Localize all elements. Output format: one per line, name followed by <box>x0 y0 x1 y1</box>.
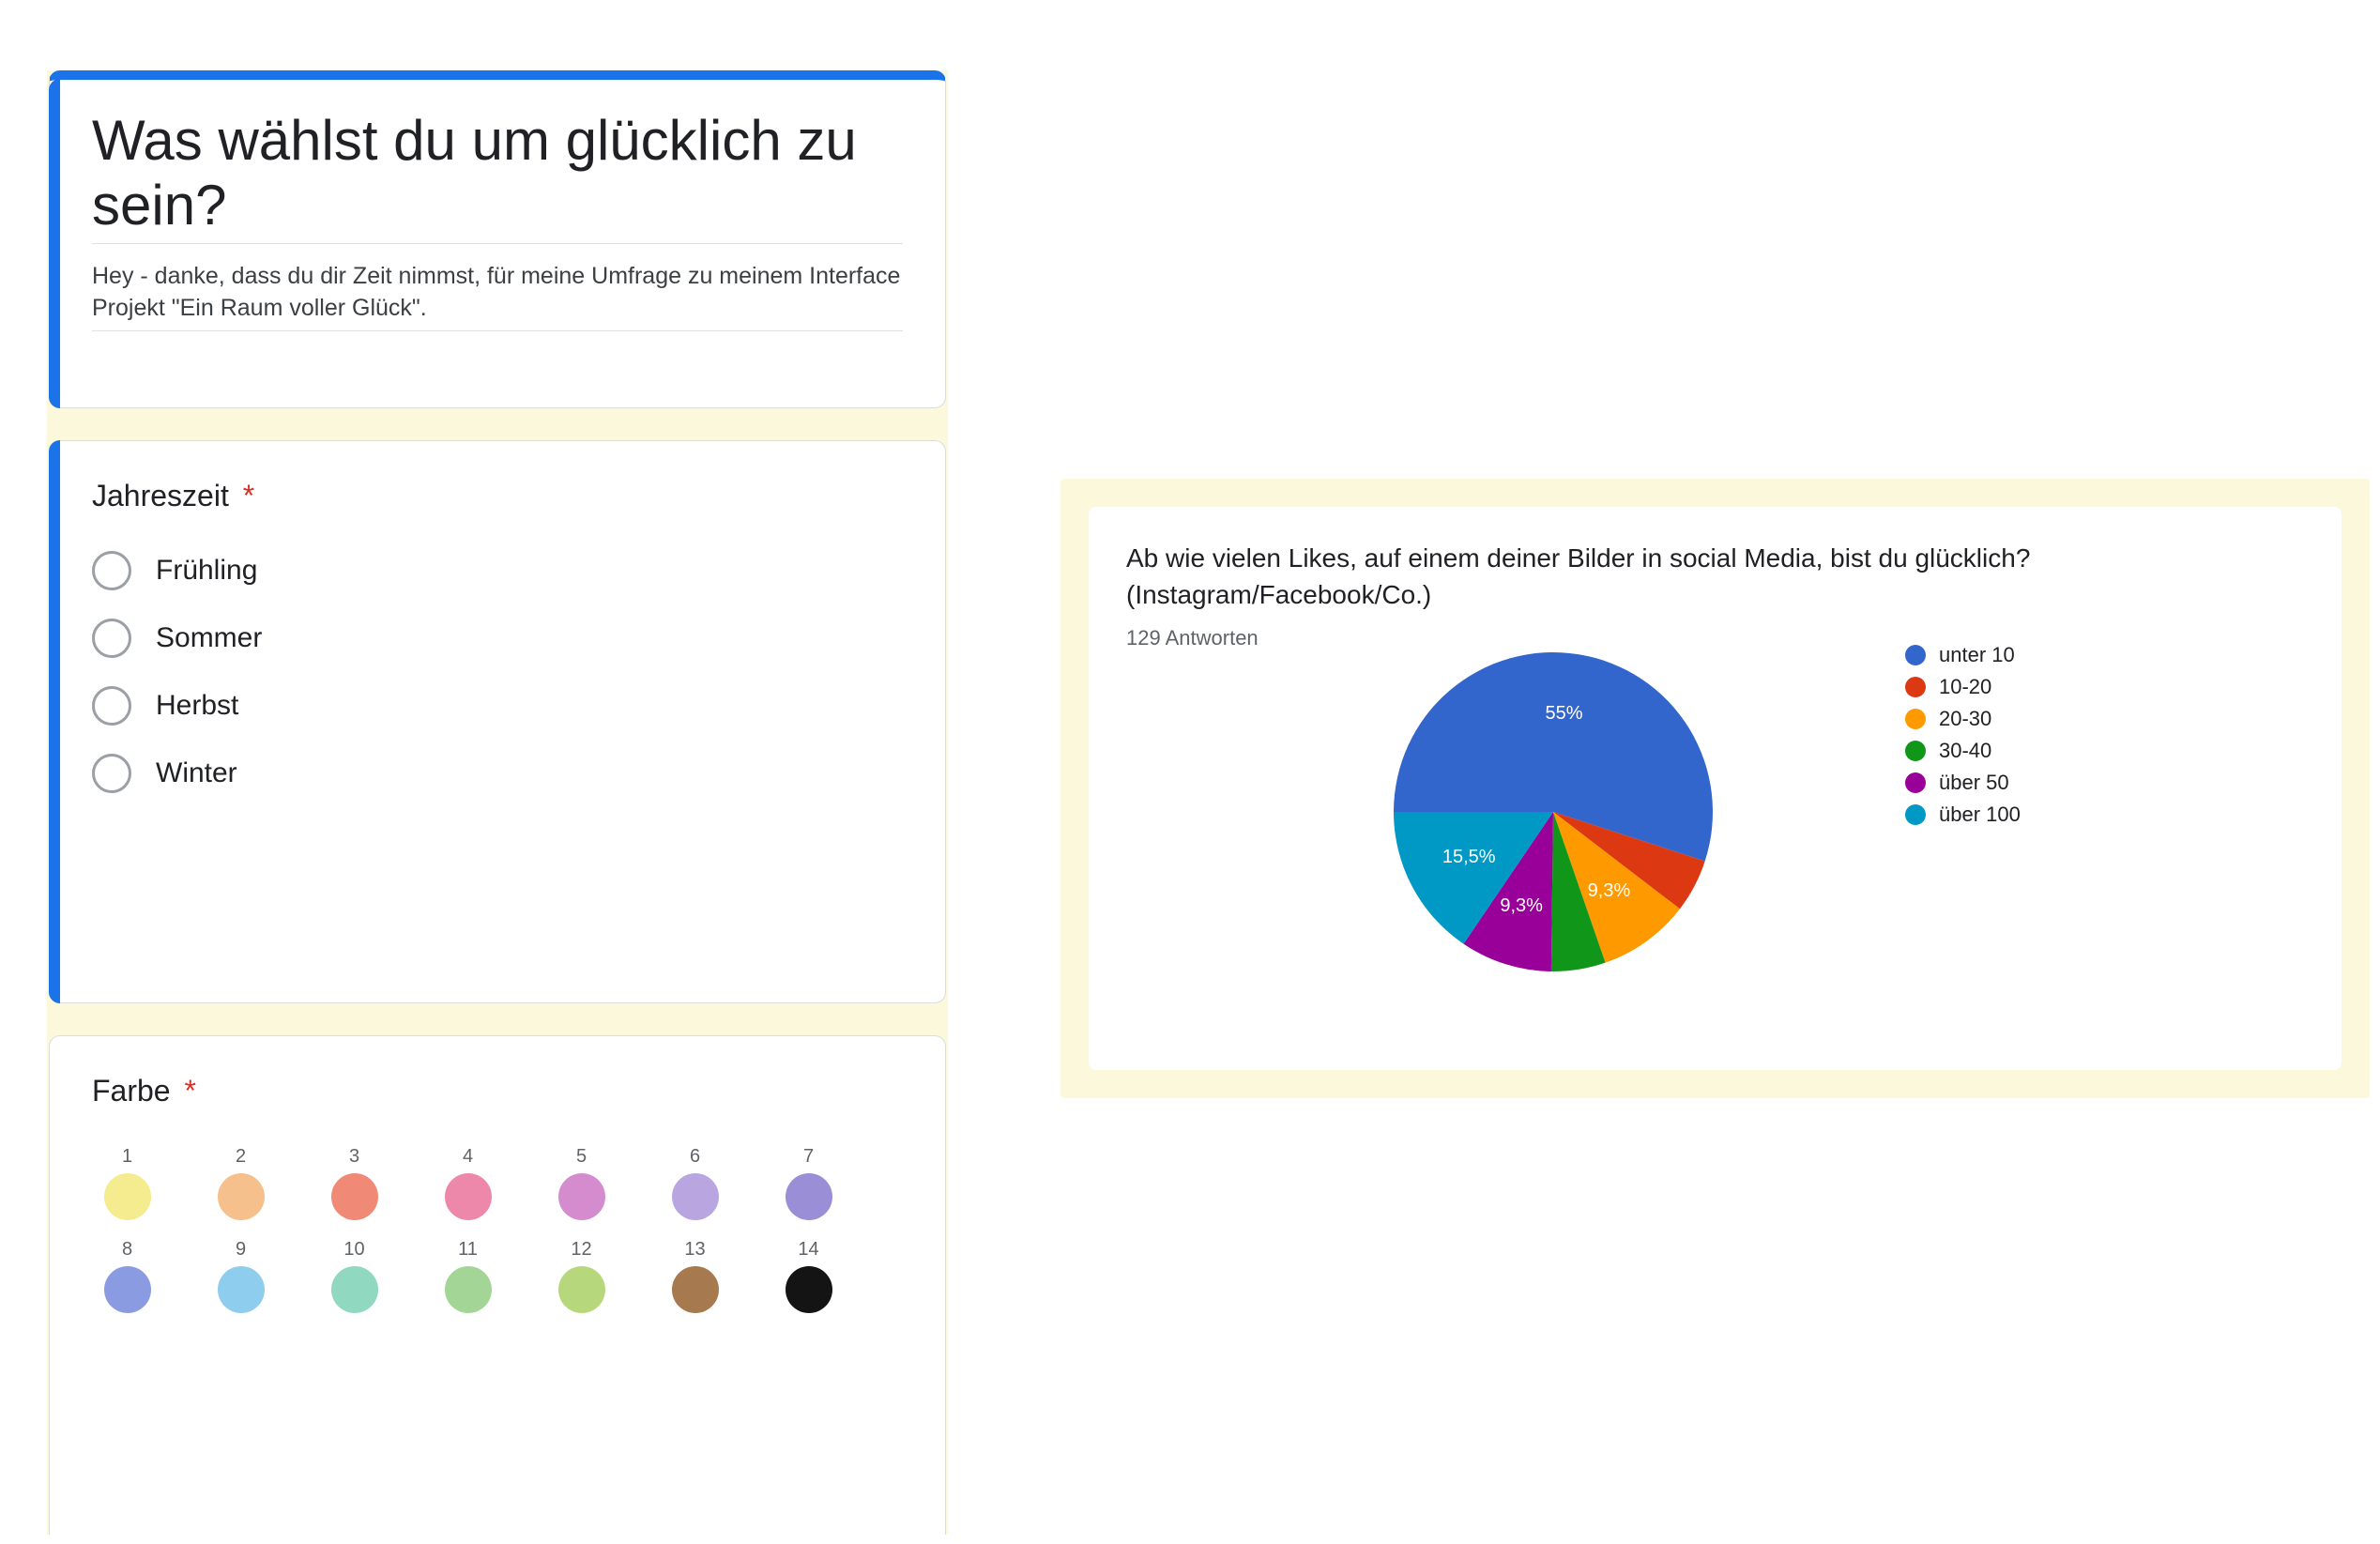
swatch-col: 2 <box>206 1146 276 1220</box>
legend-item[interactable]: über 100 <box>1905 803 2021 827</box>
form-header-card: Was wählst du um glücklich zu sein? Hey … <box>49 70 946 408</box>
color-swatch-13[interactable] <box>672 1266 719 1313</box>
legend-dot-icon <box>1905 709 1926 729</box>
swatch-number: 5 <box>576 1146 587 1168</box>
color-swatch-8[interactable] <box>104 1266 151 1313</box>
pie-chart: 55% 9,3% 9,3% 15,5% <box>1394 652 1713 971</box>
legend-label: 10-20 <box>1939 675 1991 699</box>
radio-circle-icon <box>92 619 131 658</box>
color-swatch-7[interactable] <box>786 1173 832 1220</box>
legend-dot-icon <box>1905 804 1926 825</box>
swatch-number: 12 <box>571 1239 591 1261</box>
legend-item[interactable]: unter 10 <box>1905 643 2021 667</box>
results-response-count: 129 Antworten <box>1126 626 2304 650</box>
swatch-col: 1 <box>92 1146 162 1220</box>
color-swatch-3[interactable] <box>331 1173 378 1220</box>
pie-legend: unter 10 10-20 20-30 30-40 über 50 über 100 <box>1905 643 2021 834</box>
legend-label: unter 10 <box>1939 643 2015 667</box>
question-color-card: Farbe * 1234567891011121314 <box>49 1035 946 1535</box>
radio-label: Sommer <box>156 622 262 654</box>
legend-label: über 100 <box>1939 803 2021 827</box>
radio-circle-icon <box>92 686 131 726</box>
swatch-col: 3 <box>319 1146 389 1220</box>
required-indicator: * <box>243 479 254 512</box>
swatch-number: 9 <box>236 1239 246 1261</box>
swatch-col: 6 <box>660 1146 730 1220</box>
question-color-title: Farbe * <box>92 1074 903 1108</box>
radio-circle-icon <box>92 754 131 793</box>
radio-label: Winter <box>156 757 237 789</box>
radio-label: Herbst <box>156 690 238 722</box>
color-swatch-12[interactable] <box>558 1266 605 1313</box>
question-season-title: Jahreszeit * <box>92 479 903 513</box>
color-swatch-5[interactable] <box>558 1173 605 1220</box>
legend-dot-icon <box>1905 772 1926 793</box>
swatch-col: 10 <box>319 1239 389 1313</box>
swatch-col: 8 <box>92 1239 162 1313</box>
color-swatch-4[interactable] <box>445 1173 492 1220</box>
radio-label: Frühling <box>156 555 257 587</box>
pie-chart-svg <box>1394 652 1713 971</box>
radio-option-herbst[interactable]: Herbst <box>92 686 903 726</box>
season-options: Frühling Sommer Herbst Winter <box>92 551 903 793</box>
results-question-title: Ab wie vielen Likes, auf einem deiner Bi… <box>1126 540 2304 613</box>
legend-dot-icon <box>1905 677 1926 697</box>
swatch-number: 11 <box>458 1239 478 1261</box>
color-swatch-9[interactable] <box>218 1266 265 1313</box>
swatch-number: 6 <box>690 1146 700 1168</box>
swatch-col: 12 <box>546 1239 617 1313</box>
legend-label: 30-40 <box>1939 739 1991 763</box>
legend-item[interactable]: 10-20 <box>1905 675 2021 699</box>
legend-label: 20-30 <box>1939 707 1991 731</box>
color-swatch-6[interactable] <box>672 1173 719 1220</box>
form-background: Was wählst du um glücklich zu sein? Hey … <box>47 70 948 1535</box>
form-description: Hey - danke, dass du dir Zeit nimmst, fü… <box>92 261 903 331</box>
swatch-number: 14 <box>798 1239 818 1261</box>
color-swatch-10[interactable] <box>331 1266 378 1313</box>
radio-option-frühling[interactable]: Frühling <box>92 551 903 590</box>
question-season-card: Jahreszeit * Frühling Sommer Herbst Winter <box>49 440 946 1003</box>
color-swatch-grid: 1234567891011121314 <box>92 1146 903 1313</box>
pie-slice-label: 15,5% <box>1442 847 1496 868</box>
color-swatch-1[interactable] <box>104 1173 151 1220</box>
swatch-col: 7 <box>773 1146 844 1220</box>
swatch-number: 3 <box>349 1146 359 1168</box>
form-title: Was wählst du um glücklich zu sein? <box>92 108 903 244</box>
legend-item[interactable]: über 50 <box>1905 771 2021 795</box>
legend-dot-icon <box>1905 741 1926 761</box>
swatch-number: 7 <box>803 1146 814 1168</box>
swatch-number: 13 <box>684 1239 705 1261</box>
question-color-label: Farbe <box>92 1074 171 1108</box>
swatch-col: 9 <box>206 1239 276 1313</box>
swatch-number: 2 <box>236 1146 246 1168</box>
swatch-row: 1 2 3 4 5 6 7 <box>92 1146 903 1220</box>
swatch-number: 10 <box>343 1239 364 1261</box>
pie-slice-label: 55% <box>1545 703 1582 725</box>
swatch-number: 4 <box>463 1146 473 1168</box>
swatch-col: 5 <box>546 1146 617 1220</box>
swatch-number: 1 <box>122 1146 132 1168</box>
color-swatch-2[interactable] <box>218 1173 265 1220</box>
results-card: Ab wie vielen Likes, auf einem deiner Bi… <box>1089 507 2342 1070</box>
swatch-row: 8 9 10 11 12 13 14 <box>92 1239 903 1313</box>
required-indicator: * <box>184 1074 195 1108</box>
results-background: Ab wie vielen Likes, auf einem deiner Bi… <box>1060 479 2370 1098</box>
pie-slice-label: 9,3% <box>1588 880 1631 902</box>
legend-item[interactable]: 20-30 <box>1905 707 2021 731</box>
color-swatch-11[interactable] <box>445 1266 492 1313</box>
radio-option-winter[interactable]: Winter <box>92 754 903 793</box>
swatch-number: 8 <box>122 1239 132 1261</box>
swatch-col: 4 <box>433 1146 503 1220</box>
legend-dot-icon <box>1905 645 1926 665</box>
swatch-col: 13 <box>660 1239 730 1313</box>
swatch-col: 11 <box>433 1239 503 1313</box>
legend-label: über 50 <box>1939 771 2009 795</box>
radio-circle-icon <box>92 551 131 590</box>
question-season-label: Jahreszeit <box>92 479 229 512</box>
color-swatch-14[interactable] <box>786 1266 832 1313</box>
radio-option-sommer[interactable]: Sommer <box>92 619 903 658</box>
pie-slice-label: 9,3% <box>1500 895 1543 917</box>
swatch-col: 14 <box>773 1239 844 1313</box>
legend-item[interactable]: 30-40 <box>1905 739 2021 763</box>
